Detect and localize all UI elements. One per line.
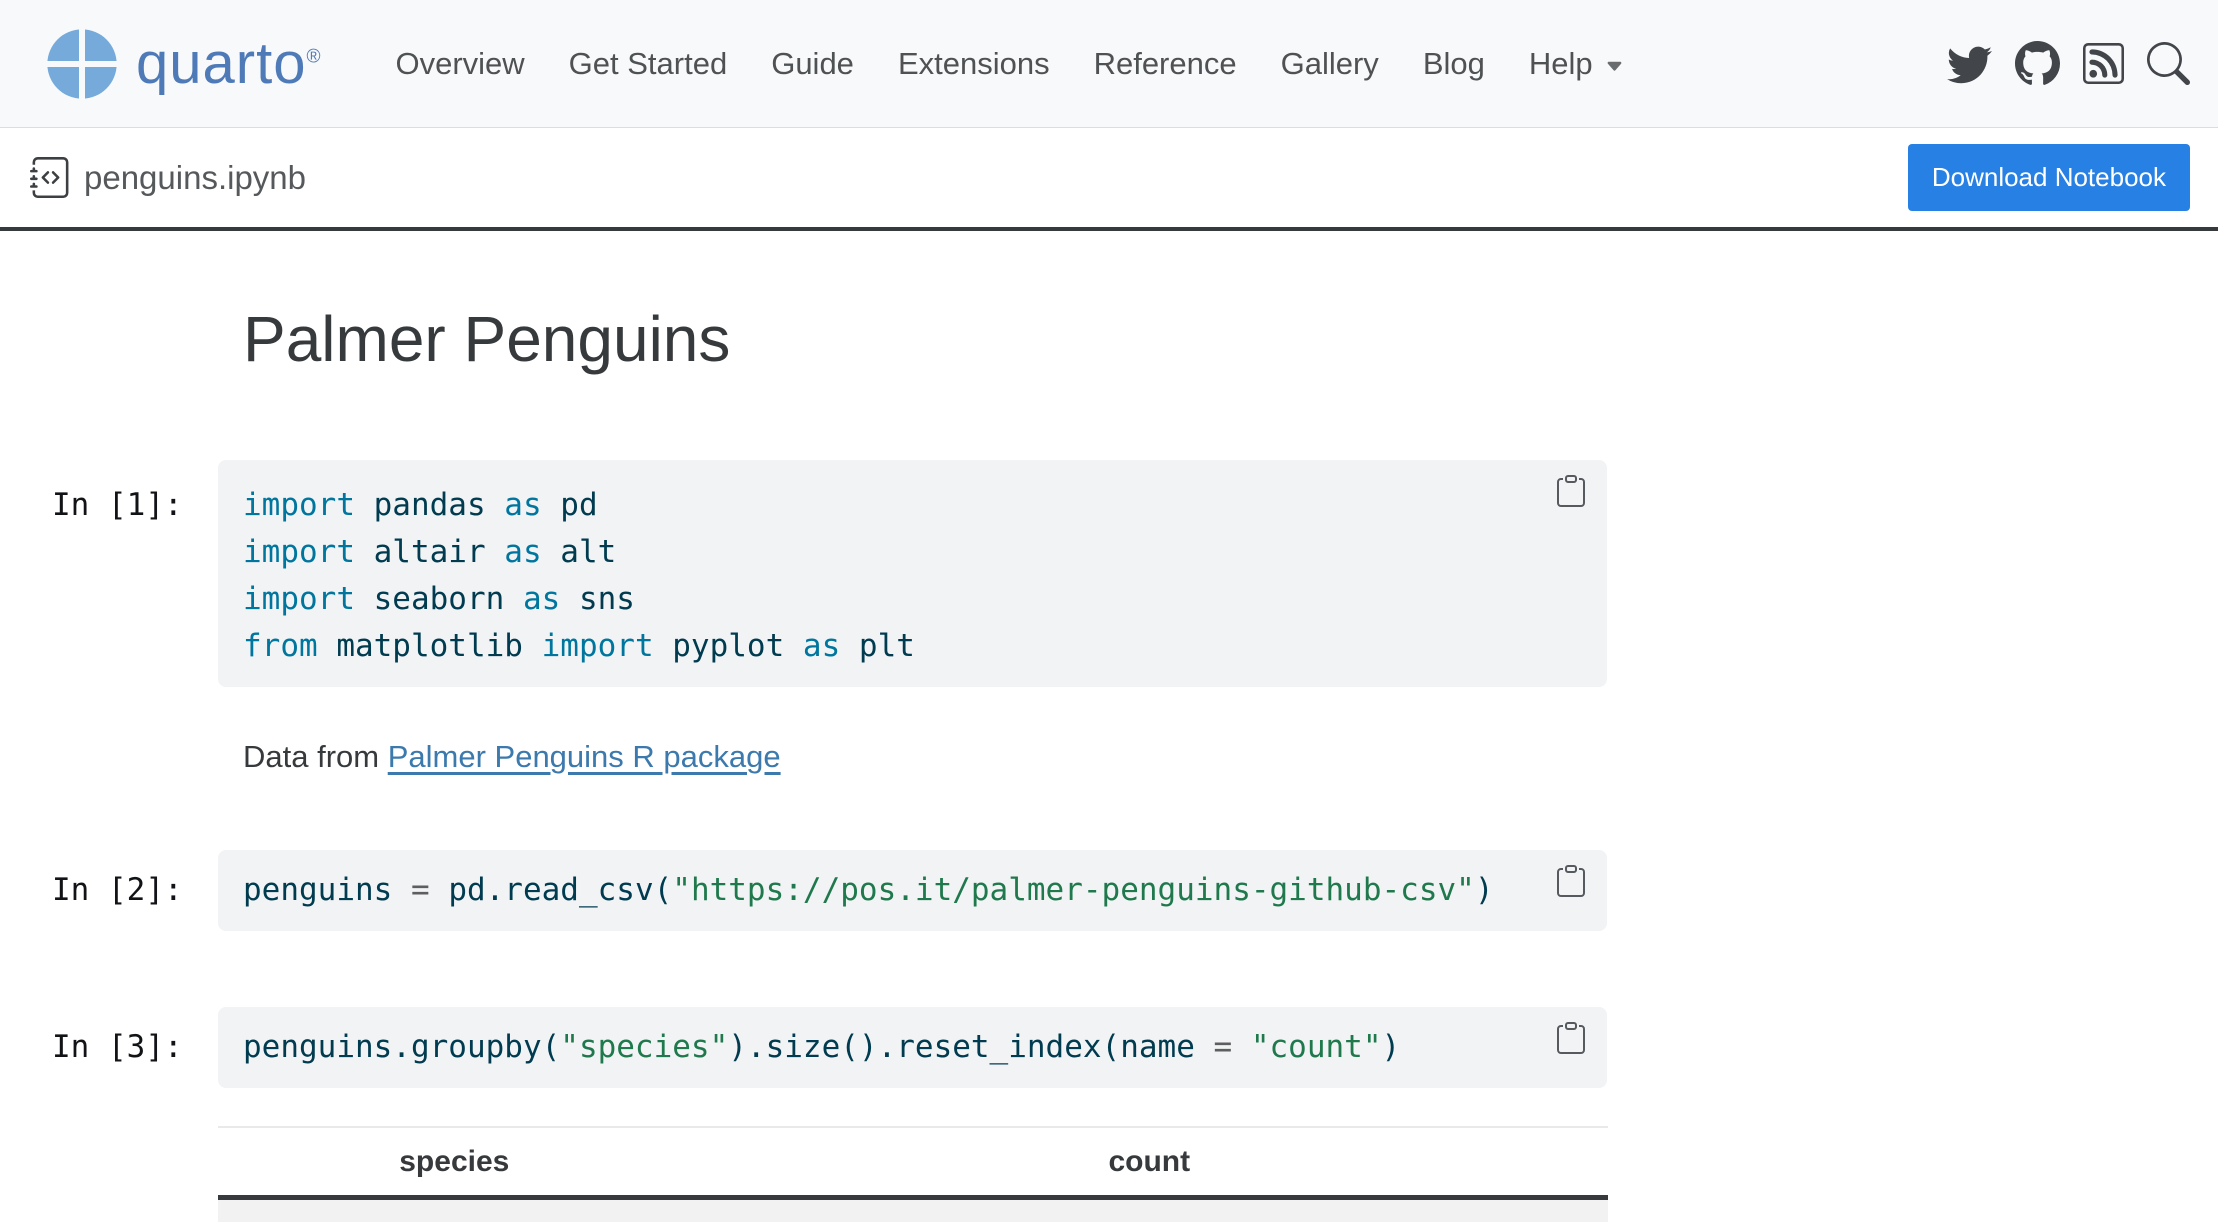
code-block: import pandas as pdimport altair as alti… [243,482,1582,670]
cell-execution-count: In [2]: [52,850,218,914]
github-icon[interactable] [2015,41,2060,86]
notebook-toolbar: penguins.ipynb Download Notebook [0,128,2218,231]
notebook-file-info: penguins.ipynb [30,157,306,198]
notebook-content: Palmer Penguins In [1]: import pandas as… [0,301,2218,1222]
cell-execution-count: In [3]: [52,1007,218,1071]
paragraph-text: Data from [243,739,388,774]
markdown-paragraph: Data from Palmer Penguins R package [243,737,2218,777]
nav-item-help-label: Help [1529,46,1593,82]
notebook-cell: In [3]: penguins.groupby("species").size… [0,1007,2218,1088]
dataframe-table: species count [218,1126,1608,1222]
nav-item-help[interactable]: Help [1529,46,1624,82]
twitter-icon[interactable] [1947,41,1992,86]
nav-item-extensions[interactable]: Extensions [898,46,1050,82]
journal-code-icon [30,157,71,198]
search-icon[interactable] [2147,42,2190,85]
code-block: penguins = pd.read_csv("https://pos.it/p… [243,867,1582,914]
copy-code-icon[interactable] [1555,1022,1587,1057]
nav-item-gallery[interactable]: Gallery [1281,46,1379,82]
nav-item-guide[interactable]: Guide [771,46,854,82]
notebook-cell: In [2]: penguins = pd.read_csv("https://… [0,850,2218,931]
table-row [218,1200,1608,1222]
navbar-social-icons [1947,41,2190,86]
top-navbar: quarto® Overview Get Started Guide Exten… [0,0,2218,128]
quarto-globe-icon [45,27,119,101]
rss-icon[interactable] [2083,43,2124,84]
main-navigation: Overview Get Started Guide Extensions Re… [395,46,1623,82]
notebook-filename: penguins.ipynb [84,159,306,197]
quarto-brand-link[interactable]: quarto® [45,27,321,101]
chevron-down-icon [1605,57,1624,76]
page-title: Palmer Penguins [243,301,2218,378]
notebook-cell: In [1]: import pandas as pdimport altair… [0,460,2218,687]
download-notebook-button[interactable]: Download Notebook [1908,144,2190,212]
registered-mark: ® [306,46,321,67]
palmer-penguins-link[interactable]: Palmer Penguins R package [388,739,781,774]
copy-code-icon[interactable] [1555,475,1587,510]
table-header-count: count [691,1145,1608,1179]
nav-item-get-started[interactable]: Get Started [569,46,728,82]
nav-item-overview[interactable]: Overview [395,46,524,82]
quarto-notebook-page: quarto® Overview Get Started Guide Exten… [0,0,2218,1222]
code-block: penguins.groupby("species").size().reset… [243,1024,1582,1071]
quarto-wordmark: quarto® [136,35,321,93]
table-header-row: species count [218,1128,1608,1200]
table-header-species: species [218,1145,691,1179]
code-cell: penguins.groupby("species").size().reset… [218,1007,1607,1088]
copy-code-icon[interactable] [1555,865,1587,900]
cell-execution-count: In [1]: [52,460,218,529]
nav-item-blog[interactable]: Blog [1423,46,1485,82]
code-cell: penguins = pd.read_csv("https://pos.it/p… [218,850,1607,931]
code-cell: import pandas as pdimport altair as alti… [218,460,1607,687]
nav-item-reference[interactable]: Reference [1094,46,1237,82]
